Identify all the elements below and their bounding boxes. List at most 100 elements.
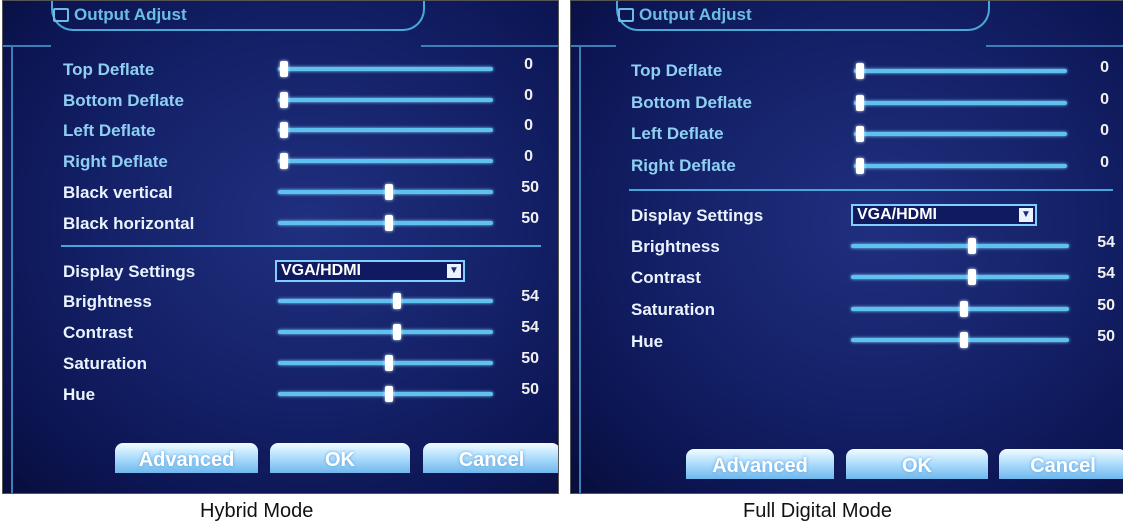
slider-thumb[interactable] [959,332,968,348]
frame-top-right [986,45,1123,47]
cancel-button[interactable]: Cancel [423,443,558,473]
slider-thumb[interactable] [393,293,402,309]
left-deflate-label: Left Deflate [631,124,724,143]
display-settings-value: VGA/HDMI [281,262,361,279]
bottom-deflate-value: 0 [1100,91,1109,108]
slider-thumb[interactable] [856,126,864,142]
bottom-deflate-label: Bottom Deflate [631,93,752,112]
window-title: Output Adjust [639,5,752,24]
bottom-deflate-slider[interactable] [854,95,1067,111]
ok-button[interactable]: OK [846,449,988,479]
right-deflate-label: Right Deflate [631,156,736,175]
left-deflate-slider[interactable] [854,126,1067,142]
frame-left [11,45,13,493]
window-title-tab: Output Adjust [51,1,425,31]
section-divider [629,189,1113,191]
section-divider [61,245,541,247]
black-vertical-value: 50 [521,179,539,196]
bottom-deflate-label: Bottom Deflate [63,91,184,110]
slider-thumb[interactable] [856,158,864,174]
right-deflate-value: 0 [1100,154,1109,171]
top-deflate-value: 0 [524,56,533,73]
contrast-value: 54 [1097,265,1115,282]
brightness-label: Brightness [631,237,720,256]
brightness-value: 54 [1097,234,1115,251]
bottom-deflate-value: 0 [524,87,533,104]
contrast-value: 54 [521,319,539,336]
chevron-down-icon[interactable]: ▼ [447,264,461,278]
full-digital-mode-caption: Full Digital Mode [743,500,892,522]
frame-left [579,45,581,493]
window-title: Output Adjust [74,5,187,24]
advanced-button[interactable]: Advanced [115,443,258,473]
left-deflate-value: 0 [524,117,533,134]
slider-thumb[interactable] [967,238,976,254]
hue-label: Hue [63,385,96,404]
ok-button[interactable]: OK [270,443,410,473]
slider-thumb[interactable] [856,95,864,111]
slider-thumb[interactable] [856,63,864,79]
right-deflate-label: Right Deflate [63,152,168,171]
hue-value: 50 [1097,328,1115,345]
top-deflate-value: 0 [1100,59,1109,76]
left-deflate-value: 0 [1100,122,1109,139]
window-title-tab: Output Adjust [616,1,990,31]
slider-thumb[interactable] [385,386,394,402]
chevron-down-icon[interactable]: ▼ [1019,208,1033,222]
bottom-deflate-slider[interactable] [278,92,493,108]
contrast-slider[interactable] [278,324,493,340]
hybrid-mode-caption: Hybrid Mode [200,500,314,522]
contrast-label: Contrast [63,323,133,342]
contrast-slider[interactable] [851,269,1069,285]
advanced-button[interactable]: Advanced [686,449,834,479]
slider-thumb[interactable] [385,355,394,371]
slider-thumb[interactable] [280,61,288,77]
display-settings-dropdown[interactable]: VGA/HDMI ▼ [851,204,1037,226]
window-icon [53,8,69,22]
top-deflate-label: Top Deflate [631,61,723,80]
hue-value: 50 [521,381,539,398]
hybrid-mode-screenshot: Output Adjust Top Deflate 0 Bottom Defla… [2,0,559,494]
brightness-label: Brightness [63,292,152,311]
display-settings-value: VGA/HDMI [857,206,937,223]
right-deflate-value: 0 [524,148,533,165]
cancel-button[interactable]: Cancel [999,449,1123,479]
slider-thumb[interactable] [393,324,402,340]
right-deflate-slider[interactable] [278,153,493,169]
contrast-label: Contrast [631,268,701,287]
saturation-label: Saturation [631,300,716,319]
slider-thumb[interactable] [385,215,394,231]
top-deflate-slider[interactable] [854,63,1067,79]
slider-thumb[interactable] [280,122,288,138]
saturation-label: Saturation [63,354,148,373]
hue-slider[interactable] [278,386,493,402]
slider-thumb[interactable] [280,153,288,169]
hue-label: Hue [631,332,664,351]
slider-thumb[interactable] [959,301,968,317]
left-deflate-slider[interactable] [278,122,493,138]
black-vertical-label: Black vertical [63,183,173,202]
saturation-slider[interactable] [851,301,1069,317]
display-settings-dropdown[interactable]: VGA/HDMI ▼ [275,260,465,282]
black-horizontal-slider[interactable] [278,215,493,231]
display-settings-label: Display Settings [63,262,196,281]
black-horizontal-label: Black horizontal [63,214,195,233]
frame-top-left [571,45,616,47]
black-horizontal-value: 50 [521,210,539,227]
full-digital-mode-screenshot: Output Adjust Top Deflate 0 Bottom Defla… [570,0,1123,494]
slider-thumb[interactable] [280,92,288,108]
hue-slider[interactable] [851,332,1069,348]
left-deflate-label: Left Deflate [63,121,156,140]
brightness-slider[interactable] [851,238,1069,254]
frame-top-right [421,45,558,47]
display-settings-label: Display Settings [631,206,764,225]
brightness-slider[interactable] [278,293,493,309]
black-vertical-slider[interactable] [278,184,493,200]
slider-thumb[interactable] [967,269,976,285]
saturation-slider[interactable] [278,355,493,371]
top-deflate-slider[interactable] [278,61,493,77]
right-deflate-slider[interactable] [854,158,1067,174]
slider-thumb[interactable] [385,184,394,200]
saturation-value: 50 [1097,297,1115,314]
brightness-value: 54 [521,288,539,305]
